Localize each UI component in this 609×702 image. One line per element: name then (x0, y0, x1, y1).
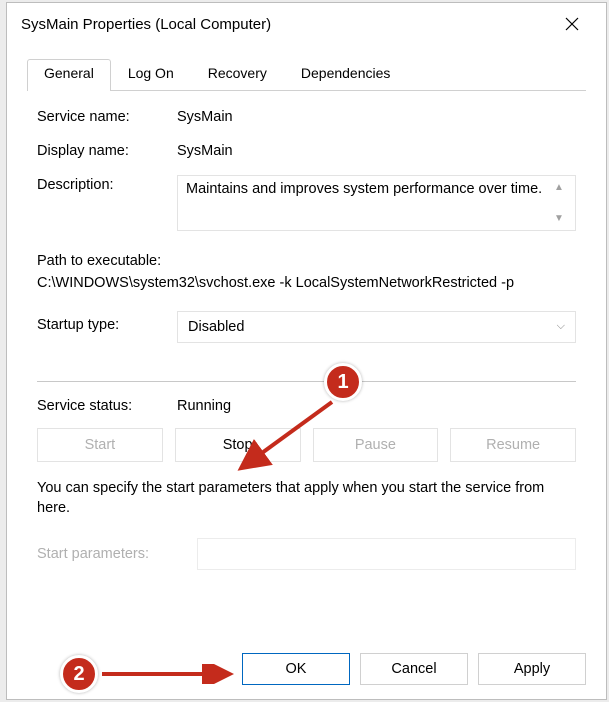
tab-log-on[interactable]: Log On (111, 59, 191, 91)
tab-label: Dependencies (301, 65, 391, 81)
startup-type-label: Startup type: (37, 311, 177, 333)
chevron-down-icon: ⌵ (557, 320, 565, 333)
ok-button[interactable]: OK (242, 653, 350, 685)
button-label: Start (85, 437, 116, 453)
annotation-badge-1: 1 (324, 363, 362, 401)
service-name-value: SysMain (177, 107, 576, 125)
window-title: SysMain Properties (Local Computer) (21, 16, 271, 33)
startup-type-select[interactable]: Disabled ⌵ (177, 311, 576, 343)
start-button: Start (37, 428, 163, 462)
tab-label: General (44, 65, 94, 81)
tab-label: Recovery (208, 65, 267, 81)
button-label: Pause (355, 437, 396, 453)
button-label: Stop (223, 437, 253, 453)
close-button[interactable] (550, 8, 594, 40)
scroll-up-icon: ▲ (554, 182, 564, 193)
button-label: OK (286, 661, 307, 677)
button-label: Apply (514, 661, 550, 677)
display-name-value: SysMain (177, 141, 576, 159)
button-label: Cancel (391, 661, 436, 677)
dialog-button-row: OK Cancel Apply (242, 653, 586, 685)
cancel-button[interactable]: Cancel (360, 653, 468, 685)
button-label: Resume (486, 437, 540, 453)
path-label: Path to executable: (37, 251, 576, 273)
resume-button: Resume (450, 428, 576, 462)
description-label: Description: (37, 175, 177, 193)
tab-recovery[interactable]: Recovery (191, 59, 284, 91)
divider (37, 381, 576, 382)
service-status-value: Running (177, 396, 576, 414)
tab-label: Log On (128, 65, 174, 81)
description-scroll[interactable]: ▲ ▼ (551, 180, 567, 226)
tab-dependencies[interactable]: Dependencies (284, 59, 408, 91)
stop-button[interactable]: Stop (175, 428, 301, 462)
service-status-label: Service status: (37, 396, 177, 414)
service-properties-window: SysMain Properties (Local Computer) Gene… (6, 2, 607, 700)
path-value: C:\WINDOWS\system32\svchost.exe -k Local… (37, 273, 576, 295)
startup-type-value: Disabled (188, 319, 244, 335)
start-parameters-input (197, 538, 576, 570)
general-panel: Service name: SysMain Display name: SysM… (27, 91, 586, 629)
apply-button[interactable]: Apply (478, 653, 586, 685)
title-bar: SysMain Properties (Local Computer) (7, 3, 606, 45)
start-parameters-note: You can specify the start parameters tha… (37, 478, 576, 519)
annotation-badge-2: 2 (60, 655, 98, 693)
pause-button: Pause (313, 428, 439, 462)
close-icon (565, 17, 579, 31)
display-name-label: Display name: (37, 141, 177, 159)
description-text: Maintains and improves system performanc… (186, 180, 551, 226)
tab-general[interactable]: General (27, 59, 111, 91)
description-box: Maintains and improves system performanc… (177, 175, 576, 231)
tab-strip: General Log On Recovery Dependencies (27, 59, 586, 91)
service-name-label: Service name: (37, 107, 177, 125)
start-parameters-label: Start parameters: (37, 546, 197, 562)
scroll-down-icon: ▼ (554, 213, 564, 224)
